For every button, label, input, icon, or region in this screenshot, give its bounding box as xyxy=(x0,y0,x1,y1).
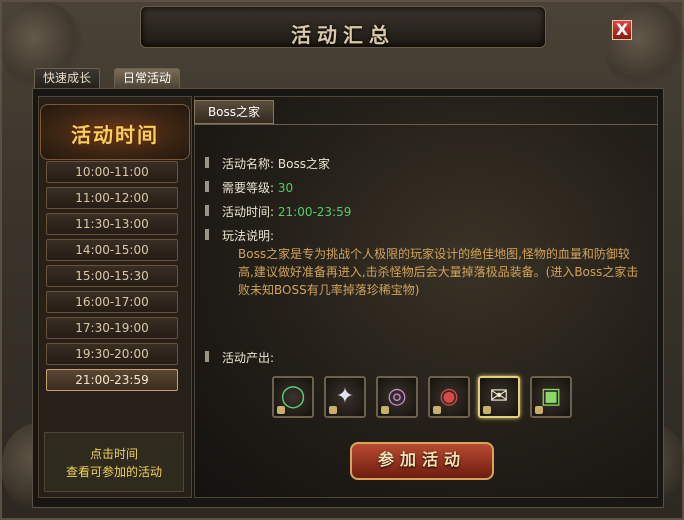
time-slot-selected[interactable]: 21:00-23:59 xyxy=(46,369,178,391)
tab-boss-home[interactable]: Boss之家 xyxy=(194,100,274,124)
bullet-icon xyxy=(205,351,209,362)
time-slot[interactable]: 11:00-12:00 xyxy=(46,187,178,209)
close-button[interactable]: X xyxy=(612,20,632,40)
activity-time-value: 21:00-23:59 xyxy=(277,205,352,219)
lock-icon xyxy=(277,406,285,414)
lock-icon xyxy=(535,406,543,414)
corner-ornament xyxy=(606,2,684,92)
activity-name-label: 活动名称: xyxy=(222,157,275,171)
lock-icon xyxy=(483,406,491,414)
time-slot[interactable]: 14:00-15:00 xyxy=(46,239,178,261)
activity-time-header: 活动时间 xyxy=(40,104,190,160)
level-value: 30 xyxy=(277,181,294,195)
time-slot[interactable]: 16:00-17:00 xyxy=(46,291,178,313)
bullet-icon xyxy=(205,157,209,168)
reward-slot[interactable]: ◯ xyxy=(272,376,314,418)
time-slot[interactable]: 10:00-11:00 xyxy=(46,161,178,183)
bullet-icon xyxy=(205,229,209,240)
reward-slot[interactable]: ✦ xyxy=(324,376,366,418)
lock-icon xyxy=(329,406,337,414)
activity-description: Boss之家是专为挑战个人极限的玩家设计的绝佳地图,怪物的血量和防御较高,建议做… xyxy=(238,247,639,297)
lock-icon xyxy=(433,406,441,414)
reward-slot[interactable]: ◉ xyxy=(428,376,470,418)
activity-name-row: 活动名称: Boss之家 xyxy=(222,155,330,172)
activity-name-value: Boss之家 xyxy=(277,157,330,171)
time-slot[interactable]: 11:30-13:00 xyxy=(46,213,178,235)
hint-line-2: 查看可参加的活动 xyxy=(65,465,162,479)
level-label: 需要等级: xyxy=(222,181,275,195)
window-title: 活动汇总 xyxy=(291,23,395,47)
lock-icon xyxy=(381,406,389,414)
tab-daily-activity[interactable]: 日常活动 xyxy=(114,68,181,88)
time-slot[interactable]: 17:30-19:00 xyxy=(46,317,178,339)
level-row: 需要等级: 30 xyxy=(222,179,293,196)
title-bar: 活动汇总 xyxy=(140,6,546,48)
bullet-icon xyxy=(205,205,209,216)
reward-slot[interactable]: ▣ xyxy=(530,376,572,418)
reward-slot[interactable]: ◎ xyxy=(376,376,418,418)
tab-divider xyxy=(194,124,658,125)
time-slot[interactable]: 19:30-20:00 xyxy=(46,343,178,365)
time-hint-box: 点击时间 查看可参加的活动 xyxy=(44,432,184,492)
tab-fast-growth[interactable]: 快速成长 xyxy=(34,68,101,88)
hint-line-1: 点击时间 xyxy=(89,447,138,461)
activity-time-label: 活动时间: xyxy=(222,205,275,219)
reward-slot-selected[interactable]: ✉ xyxy=(478,376,520,418)
time-slot[interactable]: 15:00-15:30 xyxy=(46,265,178,287)
bullet-icon xyxy=(205,181,209,192)
activity-time-row: 活动时间: 21:00-23:59 xyxy=(222,203,351,220)
rewards-label: 活动产出: xyxy=(222,351,275,365)
rules-label: 玩法说明: xyxy=(222,229,275,243)
activity-time-heading: 活动时间 xyxy=(71,123,159,147)
join-activity-button[interactable]: 参加活动 xyxy=(350,442,494,480)
